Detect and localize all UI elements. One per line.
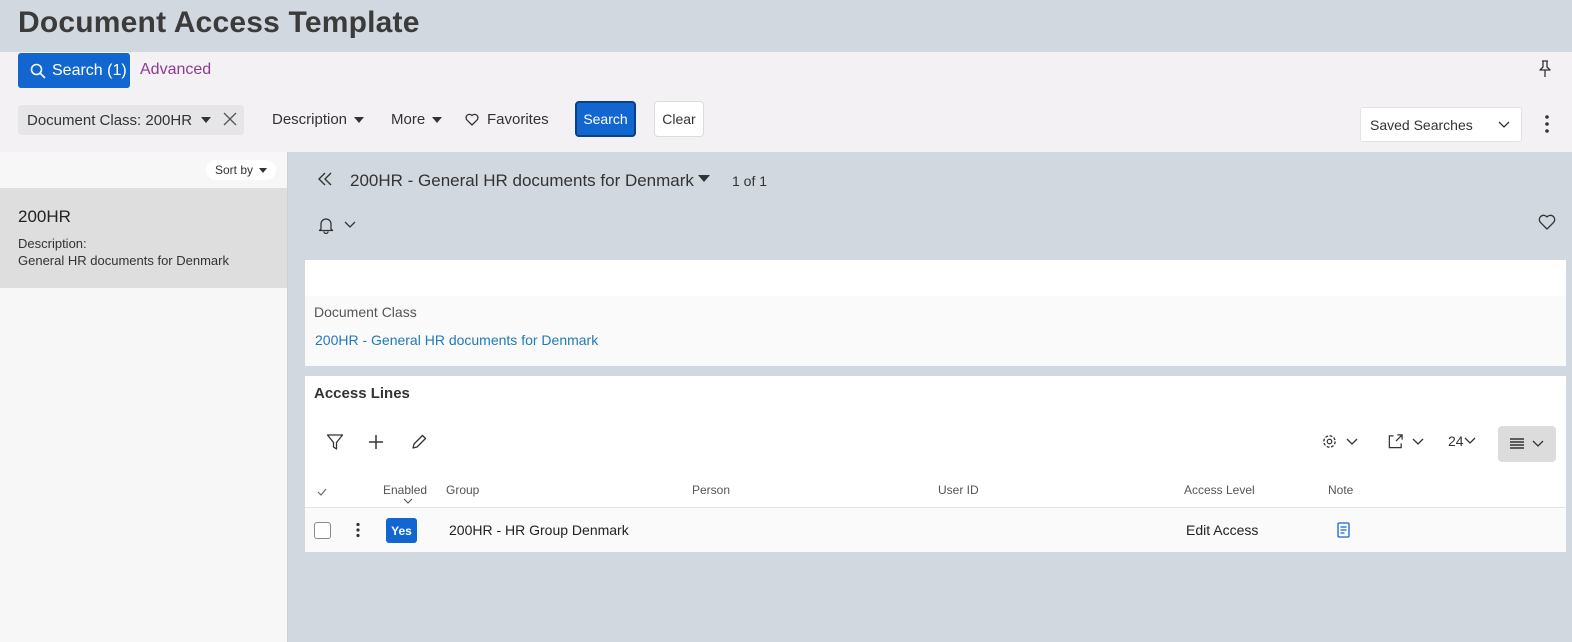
favorite-heart-icon[interactable]: [1538, 214, 1556, 230]
page-size-select[interactable]: 24: [1448, 433, 1476, 449]
group-cell: 200HR - HR Group Denmark: [449, 522, 629, 538]
access-lines-title: Access Lines: [314, 385, 410, 402]
column-header-note[interactable]: Note: [1328, 483, 1353, 497]
table-row[interactable]: Yes 200HR - HR Group Denmark Edit Access: [305, 508, 1566, 552]
results-list-panel: Sort by 200HR Description: General HR do…: [0, 152, 288, 642]
page-title: Document Access Template: [18, 6, 420, 39]
sort-by-label: Sort by: [215, 163, 254, 177]
document-class-link[interactable]: 200HR - General HR documents for Denmark: [315, 332, 598, 348]
description-filter-label: Description: [272, 111, 348, 128]
column-header-user-id[interactable]: User ID: [938, 483, 979, 497]
pin-icon[interactable]: [1538, 60, 1552, 78]
gear-icon: [1323, 435, 1336, 448]
chevron-down-icon: [1346, 438, 1358, 445]
column-header-enabled[interactable]: Enabled: [383, 483, 427, 497]
chip-caret-icon[interactable]: [201, 117, 211, 123]
document-class-card: Document Class 200HR - General HR docume…: [305, 260, 1566, 366]
list-item[interactable]: 200HR Description: General HR documents …: [0, 188, 287, 288]
close-icon[interactable]: [222, 111, 238, 127]
sort-by-button[interactable]: Sort by: [206, 160, 277, 180]
clear-button[interactable]: Clear: [654, 101, 704, 137]
more-filter-label: More: [391, 111, 426, 128]
more-options-icon[interactable]: [1540, 114, 1554, 134]
chevron-down-icon: [1532, 440, 1544, 447]
record-title: 200HR - General HR documents for Denmark: [350, 171, 694, 190]
chevron-down-icon: [1412, 438, 1424, 445]
search-panel: Search (1) Advanced Document Class: 200H…: [0, 52, 1572, 152]
page-size-value: 24: [1448, 433, 1464, 449]
caret-down-icon: [432, 116, 443, 123]
search-toggle-button[interactable]: Search (1): [18, 53, 130, 88]
sort-chevron-down-icon: [403, 498, 413, 504]
record-pager: 1 of 1: [732, 173, 768, 189]
document-class-label: Document Class: [314, 304, 417, 320]
saved-searches-label: Saved Searches: [1370, 116, 1473, 133]
filter-chip-document-class[interactable]: Document Class: 200HR: [18, 105, 244, 135]
chevron-down-icon: [1498, 121, 1510, 128]
filter-chip-label: Document Class: 200HR: [27, 111, 193, 129]
notifications-button[interactable]: [318, 216, 356, 234]
search-toggle-label: Search (1): [52, 61, 127, 79]
title-bar: Document Access Template: [0, 0, 1572, 52]
export-icon: [1388, 434, 1403, 449]
export-button[interactable]: [1387, 433, 1424, 450]
row-menu-icon[interactable]: [354, 522, 362, 538]
filter-icon[interactable]: [326, 433, 344, 451]
caret-down-icon: [259, 167, 268, 173]
note-document-icon[interactable]: [1337, 522, 1350, 538]
view-mode-button[interactable]: [1498, 426, 1556, 462]
collapse-panel-icon[interactable]: [318, 172, 332, 186]
record-selector-caret-icon[interactable]: [698, 175, 710, 182]
column-header-access-level[interactable]: Access Level: [1184, 483, 1255, 497]
search-button[interactable]: Search: [575, 101, 636, 137]
list-item-desc-label: Description:: [18, 236, 87, 251]
bell-icon: [318, 218, 334, 234]
heart-icon: [465, 113, 479, 126]
select-all-check-icon[interactable]: [317, 488, 327, 496]
access-lines-card: Access Lines 24 Enabled Group Person Use…: [305, 376, 1566, 552]
list-view-icon: [1510, 438, 1524, 449]
column-header-group[interactable]: Group: [446, 483, 479, 497]
list-item-desc: General HR documents for Denmark: [18, 253, 229, 268]
advanced-link[interactable]: Advanced: [140, 61, 211, 79]
add-icon[interactable]: [367, 433, 385, 451]
chevron-down-icon: [344, 221, 356, 228]
record-header: 200HR - General HR documents for Denmark…: [288, 152, 1572, 260]
favorites-label: Favorites: [487, 111, 549, 128]
more-filter-dropdown[interactable]: More: [391, 111, 443, 128]
saved-searches-select[interactable]: Saved Searches: [1360, 107, 1522, 142]
list-item-id: 200HR: [18, 207, 71, 226]
caret-down-icon: [354, 116, 365, 123]
favorites-filter[interactable]: Favorites: [465, 111, 549, 128]
edit-icon[interactable]: [410, 433, 428, 451]
document-class-field-group: [305, 296, 1566, 366]
access-level-cell: Edit Access: [1186, 522, 1259, 538]
description-filter-dropdown[interactable]: Description: [272, 111, 365, 128]
search-icon: [30, 63, 46, 78]
chevron-down-icon: [1464, 437, 1476, 444]
row-checkbox[interactable]: [314, 522, 331, 539]
enabled-badge: Yes: [386, 518, 417, 543]
table-settings-button[interactable]: [1321, 433, 1358, 450]
column-header-person[interactable]: Person: [692, 483, 730, 497]
